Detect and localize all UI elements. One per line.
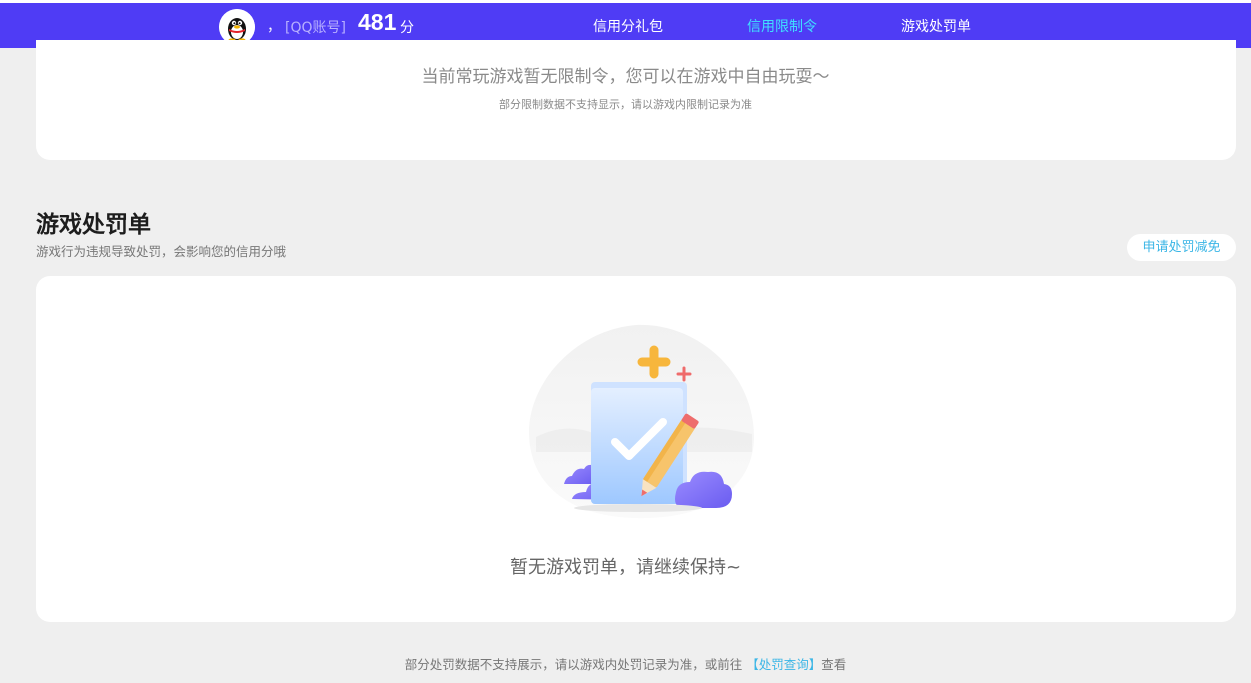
tab-credit-gift[interactable]: 信用分礼包 — [593, 16, 663, 36]
penalty-section-title: 游戏处罚单 — [36, 212, 151, 238]
credit-score-value: 481 — [358, 9, 397, 35]
apply-penalty-reduction-button[interactable]: 申请处罚减免 — [1127, 234, 1236, 261]
account-type-label: [QQ账号] — [285, 20, 346, 36]
tab-credit-restriction[interactable]: 信用限制令 — [747, 16, 817, 36]
penalty-empty-message: 暂无游戏罚单，请继续保持~ — [509, 557, 742, 578]
footer-note: 部分处罚数据不支持展示，请以游戏内处罚记录为准，或前往 【处罚查询】查看 — [0, 654, 1251, 673]
footer-note-suffix: 查看 — [821, 657, 847, 672]
restriction-empty-message: 当前常玩游戏暂无限制令，您可以在游戏中自由玩耍～ — [421, 67, 830, 87]
penalty-section-subtitle: 游戏行为违规导致处罚，会影响您的信用分哦 — [36, 244, 287, 259]
credit-score-unit: 分 — [400, 20, 414, 36]
footer-note-prefix: 部分处罚数据不支持展示，请以游戏内处罚记录为准，或前往 — [404, 657, 747, 672]
tab-game-penalty[interactable]: 游戏处罚单 — [901, 16, 971, 36]
restriction-note: 部分限制数据不支持显示，请以游戏内限制记录为准 — [499, 98, 752, 111]
separator-comma: ， — [267, 19, 281, 35]
penalty-query-link[interactable]: 【处罚查询】 — [746, 657, 821, 672]
folder-check-pencil-icon — [526, 322, 758, 526]
